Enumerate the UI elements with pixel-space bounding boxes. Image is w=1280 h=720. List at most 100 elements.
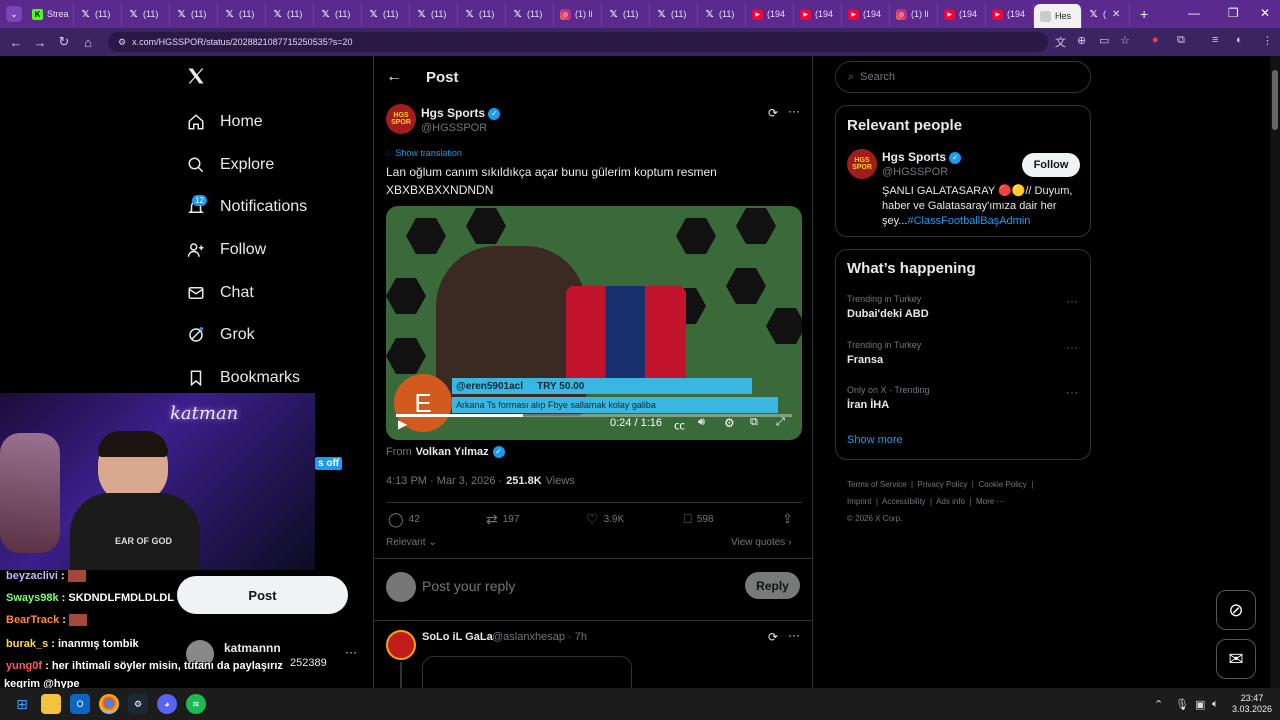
browser-tab[interactable]: ▶ (194	[842, 3, 890, 25]
profile-avatar-icon[interactable]: ◐	[1236, 34, 1243, 46]
browser-tab[interactable]: 𝕏 (11)	[650, 3, 698, 25]
sidebar-item-grok[interactable]: Grok	[186, 325, 255, 345]
spotify-icon[interactable]: ≋	[186, 694, 206, 714]
tab-search-chevron-icon[interactable]: ⌄	[6, 6, 22, 22]
translate-icon[interactable]: 文	[1055, 34, 1066, 50]
grok-explain-icon[interactable]: ⟳	[768, 106, 778, 120]
browser-tab[interactable]: 𝕏 (11)	[218, 3, 266, 25]
pip-icon[interactable]: ⧉	[750, 416, 758, 429]
browser-tab[interactable]: 𝕏 (✕	[1082, 3, 1130, 25]
show-more-link[interactable]: Show more	[847, 434, 903, 446]
author-avatar[interactable]: HGS SPOR	[386, 104, 416, 134]
minimize-icon[interactable]: —	[1188, 6, 1200, 20]
scrollbar-thumb[interactable]	[1272, 70, 1278, 130]
footer-link[interactable]: Terms of Service	[847, 480, 907, 489]
file-explorer-icon[interactable]	[41, 694, 61, 714]
trend-item[interactable]: Only on X · Trending İran İHA ···	[836, 381, 1090, 421]
browser-tab[interactable]: 𝕏 (11)	[170, 3, 218, 25]
sidebar-item-home[interactable]: Home	[186, 112, 263, 132]
reply-input[interactable]	[422, 574, 702, 598]
follow-button[interactable]: Follow	[1022, 153, 1080, 177]
browser-tab[interactable]: 𝕏 (11)	[362, 3, 410, 25]
search-box[interactable]: ⌕ Search	[835, 61, 1091, 93]
sidebar-item-follow[interactable]: Follow	[186, 240, 266, 260]
home-browser-icon[interactable]: ⌂	[76, 35, 100, 50]
browser-tab[interactable]: 𝕏 (11)	[698, 3, 746, 25]
settings-gear-icon[interactable]: ⚙	[724, 416, 735, 430]
reply-action[interactable]: ◯ 42	[388, 511, 420, 528]
clock[interactable]: 23:47 3.03.2026	[1232, 693, 1272, 715]
reading-list-icon[interactable]: ≡	[1212, 34, 1218, 46]
trend-more-icon[interactable]: ···	[1066, 385, 1078, 399]
fullscreen-icon[interactable]: ⤢	[776, 416, 785, 429]
speaker-icon[interactable]: 🔈︎	[1212, 698, 1219, 711]
reload-icon[interactable]: ↻	[52, 34, 76, 50]
repost-action[interactable]: ⇄ 197	[486, 511, 519, 528]
footer-link[interactable]: Accessibility	[882, 497, 926, 506]
browser-tab[interactable]: 𝕏 (11)	[266, 3, 314, 25]
back-arrow-icon[interactable]: ←	[386, 68, 402, 86]
view-quotes-link[interactable]: View quotes ›	[731, 537, 791, 548]
sort-dropdown[interactable]: Relevant ⌄	[386, 537, 437, 548]
author-name-row[interactable]: Hgs Sports ✓	[421, 106, 501, 120]
video-player[interactable]: E @eren5901acl TRY 50.00 Arkana Ts forma…	[386, 206, 802, 440]
back-icon[interactable]: ←	[4, 35, 28, 50]
tray-expand-icon[interactable]: ⌃	[1154, 698, 1163, 711]
reply-button[interactable]: Reply	[745, 572, 800, 599]
footer-link[interactable]: Privacy Policy	[918, 480, 968, 489]
messages-fab-icon[interactable]: ✉	[1216, 639, 1256, 679]
new-tab-icon[interactable]: +	[1140, 6, 1148, 22]
browser-tab[interactable]: 𝕏 (11)	[410, 3, 458, 25]
grok-explain-icon[interactable]: ⟳	[768, 630, 778, 644]
reply-media[interactable]	[422, 656, 632, 688]
browser-tab[interactable]: 𝕏 (11)	[602, 3, 650, 25]
play-icon[interactable]: ▶	[398, 417, 407, 431]
maximize-icon[interactable]: ❐	[1228, 6, 1239, 20]
trend-item[interactable]: Trending in Turkey Fransa ···	[836, 336, 1090, 376]
browser-tab[interactable]: 𝕏 (11)	[314, 3, 362, 25]
steam-icon[interactable]: ⚙	[128, 694, 148, 714]
post-timestamp[interactable]: 4:13 PM · Mar 3, 2026 ·	[386, 475, 502, 487]
browser-tab[interactable]: 𝕏 (11)	[506, 3, 554, 25]
volume-icon[interactable]: 🔊︎	[698, 416, 705, 429]
share-action[interactable]: ⇪	[782, 511, 793, 527]
browser-tab[interactable]: 𝕏 (11)	[74, 3, 122, 25]
browser-tab[interactable]: Hes	[1034, 4, 1082, 28]
post-button[interactable]: Post	[177, 576, 348, 614]
person-name-row[interactable]: Hgs Sports ✓	[882, 150, 962, 164]
show-translation-link[interactable]: ◌ Show translation	[386, 148, 462, 158]
more-options-icon[interactable]: ···	[788, 628, 800, 642]
like-action[interactable]: ♡ 3.9K	[586, 511, 624, 528]
browser-tab[interactable]: ▶ (194	[986, 3, 1034, 25]
microphone-icon[interactable]: 🎙︎	[1175, 698, 1189, 711]
browser-tab[interactable]: ▶ (194	[794, 3, 842, 25]
cast-icon[interactable]: ▭	[1099, 34, 1109, 47]
close-window-icon[interactable]: ✕	[1260, 6, 1270, 20]
forward-icon[interactable]: →	[28, 35, 52, 50]
page-scrollbar[interactable]	[1270, 56, 1280, 688]
reply-author-avatar[interactable]	[386, 630, 416, 660]
footer-link[interactable]: Ads info	[936, 497, 965, 506]
trend-more-icon[interactable]: ···	[1066, 340, 1078, 354]
bookmark-star-icon[interactable]: ☆	[1120, 34, 1130, 47]
trend-more-icon[interactable]: ···	[1066, 294, 1078, 308]
url-field[interactable]: ⚙ x.com/HGSSPOR/status/20288210877152505…	[108, 32, 1048, 52]
zoom-icon[interactable]: ⊕	[1077, 34, 1086, 47]
grok-fab-icon[interactable]: ⊘	[1216, 590, 1256, 630]
sidebar-item-bookmarks[interactable]: Bookmarks	[186, 368, 300, 388]
footer-link[interactable]: More ···	[976, 497, 1004, 506]
bio-hashtag-link[interactable]: #ClassFootballBaşAdmin	[907, 215, 1030, 227]
from-name[interactable]: Volkan Yılmaz	[416, 446, 489, 458]
trend-item[interactable]: Trending in Turkey Dubai'deki ABD ···	[836, 290, 1090, 330]
bookmark-action[interactable]: ⎕ 598	[684, 511, 714, 527]
browser-tab[interactable]: ▶ (194	[938, 3, 986, 25]
outlook-icon[interactable]: O	[70, 694, 90, 714]
chrome-icon[interactable]	[99, 694, 119, 714]
sidebar-item-explore[interactable]: Explore	[186, 155, 274, 175]
extension-icon[interactable]: ●	[1152, 34, 1159, 46]
browser-tab[interactable]: ▶ (194	[746, 3, 794, 25]
account-more-icon[interactable]: ···	[345, 645, 357, 659]
captions-icon[interactable]: ㏄	[674, 417, 685, 433]
close-tab-icon[interactable]: ✕	[1112, 9, 1120, 20]
reply-author-name[interactable]: SoLo iL GaLa	[422, 631, 493, 643]
